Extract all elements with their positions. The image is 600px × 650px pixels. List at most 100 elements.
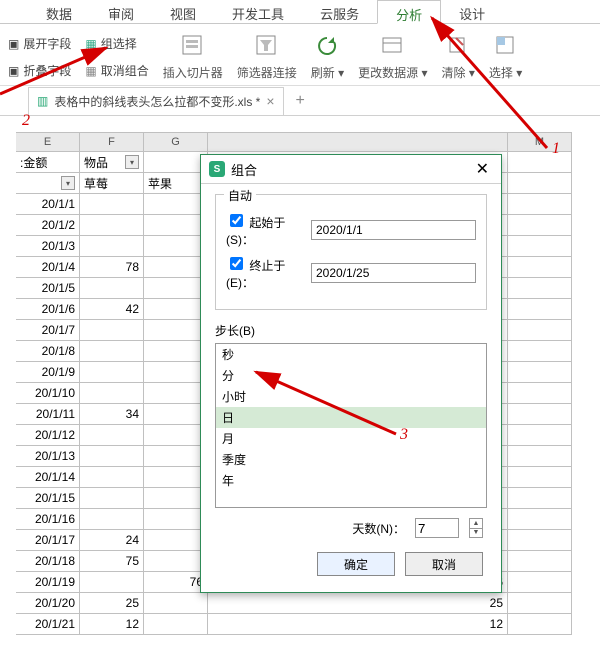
cell[interactable]: 12 bbox=[208, 614, 508, 635]
col-header-f[interactable]: F bbox=[80, 132, 144, 152]
cell[interactable] bbox=[144, 593, 208, 614]
group-selection[interactable]: ▦组选择 bbox=[85, 35, 136, 52]
close-icon[interactable]: × bbox=[266, 96, 274, 106]
cell[interactable] bbox=[144, 509, 208, 530]
cell[interactable] bbox=[508, 257, 572, 278]
end-date-input[interactable] bbox=[311, 263, 476, 283]
cell[interactable] bbox=[80, 446, 144, 467]
cell[interactable] bbox=[508, 341, 572, 362]
step-option[interactable]: 小时 bbox=[216, 386, 486, 407]
cell[interactable]: 20/1/12 bbox=[16, 425, 80, 446]
dialog-close-button[interactable]: ✕ bbox=[472, 159, 493, 179]
cell[interactable]: 20/1/21 bbox=[16, 614, 80, 635]
cell[interactable] bbox=[144, 467, 208, 488]
cell[interactable] bbox=[508, 383, 572, 404]
cell[interactable]: 78 bbox=[80, 257, 144, 278]
cell[interactable] bbox=[508, 551, 572, 572]
cell[interactable]: 20/1/13 bbox=[16, 446, 80, 467]
cell[interactable]: 25 bbox=[80, 593, 144, 614]
cell[interactable] bbox=[144, 299, 208, 320]
document-tab[interactable]: ▥ 表格中的斜线表头怎么拉都不变形.xls * × bbox=[28, 87, 284, 115]
cell[interactable] bbox=[80, 509, 144, 530]
cell[interactable] bbox=[144, 341, 208, 362]
cell[interactable] bbox=[80, 320, 144, 341]
cell[interactable] bbox=[508, 320, 572, 341]
cell[interactable] bbox=[508, 278, 572, 299]
cell[interactable] bbox=[144, 278, 208, 299]
insert-slicer[interactable]: 插入切片器 bbox=[163, 31, 223, 81]
cell[interactable] bbox=[80, 341, 144, 362]
cell[interactable]: 20/1/20 bbox=[16, 593, 80, 614]
filter-connection[interactable]: 筛选器连接 bbox=[237, 31, 297, 81]
cell[interactable]: 20/1/4 bbox=[16, 257, 80, 278]
cell[interactable]: 75 bbox=[80, 551, 144, 572]
cell[interactable]: 42 bbox=[80, 299, 144, 320]
tab-分析[interactable]: 分析 bbox=[377, 0, 441, 24]
step-option[interactable]: 季度 bbox=[216, 449, 486, 470]
cell[interactable] bbox=[508, 467, 572, 488]
dropdown-icon[interactable]: ▾ bbox=[61, 176, 75, 190]
step-listbox[interactable]: 秒分小时日月季度年 bbox=[215, 343, 487, 508]
cell[interactable] bbox=[508, 425, 572, 446]
cell[interactable] bbox=[508, 530, 572, 551]
step-option[interactable]: 秒 bbox=[216, 344, 486, 365]
cell[interactable]: 20/1/19 bbox=[16, 572, 80, 593]
cell[interactable] bbox=[508, 404, 572, 425]
tab-视图[interactable]: 视图 bbox=[152, 0, 214, 23]
cell[interactable] bbox=[508, 194, 572, 215]
collapse-field[interactable]: ▣折叠字段 bbox=[8, 62, 71, 79]
spin-down-icon[interactable]: ▼ bbox=[470, 529, 482, 538]
cell[interactable] bbox=[80, 425, 144, 446]
step-option[interactable]: 日 bbox=[216, 407, 486, 428]
expand-field[interactable]: ▣展开字段 bbox=[8, 35, 71, 52]
dialog-titlebar[interactable]: S组合 ✕ bbox=[201, 155, 501, 184]
start-date-input[interactable] bbox=[311, 220, 476, 240]
cell[interactable] bbox=[80, 194, 144, 215]
cell[interactable]: 20/1/10 bbox=[16, 383, 80, 404]
refresh[interactable]: 刷新 ▾ bbox=[311, 31, 344, 81]
cell[interactable]: 25 bbox=[208, 593, 508, 614]
cell[interactable] bbox=[144, 530, 208, 551]
select[interactable]: 选择 ▾ bbox=[489, 31, 522, 81]
cell[interactable]: 20/1/9 bbox=[16, 362, 80, 383]
cell[interactable]: 20/1/8 bbox=[16, 341, 80, 362]
ok-button[interactable]: 确定 bbox=[317, 552, 395, 576]
end-checkbox[interactable]: 终止于(E)： bbox=[226, 254, 301, 291]
change-data-source[interactable]: 更改数据源 ▾ bbox=[358, 31, 427, 81]
spin-up-icon[interactable]: ▲ bbox=[470, 519, 482, 529]
cell[interactable] bbox=[80, 362, 144, 383]
cell[interactable] bbox=[144, 215, 208, 236]
cell[interactable] bbox=[144, 446, 208, 467]
cell[interactable] bbox=[144, 551, 208, 572]
cell[interactable] bbox=[144, 362, 208, 383]
cell[interactable] bbox=[144, 320, 208, 341]
cell[interactable] bbox=[80, 236, 144, 257]
tab-数据[interactable]: 数据 bbox=[28, 0, 90, 23]
cell[interactable] bbox=[80, 215, 144, 236]
new-tab-button[interactable]: + bbox=[290, 92, 311, 110]
ungroup[interactable]: ▦取消组合 bbox=[85, 62, 148, 79]
cell[interactable] bbox=[508, 446, 572, 467]
cell[interactable]: 20/1/3 bbox=[16, 236, 80, 257]
cell[interactable] bbox=[508, 572, 572, 593]
cell[interactable]: 34 bbox=[80, 404, 144, 425]
cell[interactable]: 20/1/17 bbox=[16, 530, 80, 551]
cell[interactable] bbox=[80, 572, 144, 593]
cell[interactable] bbox=[80, 488, 144, 509]
cell[interactable]: 24 bbox=[80, 530, 144, 551]
cell[interactable]: 20/1/11 bbox=[16, 404, 80, 425]
tab-审阅[interactable]: 审阅 bbox=[90, 0, 152, 23]
step-option[interactable]: 月 bbox=[216, 428, 486, 449]
col-header-g[interactable]: G bbox=[144, 132, 208, 152]
cell[interactable] bbox=[144, 614, 208, 635]
cell[interactable] bbox=[144, 236, 208, 257]
cell[interactable]: 20/1/1 bbox=[16, 194, 80, 215]
col-header-m[interactable]: M bbox=[508, 132, 572, 152]
cell[interactable]: 20/1/7 bbox=[16, 320, 80, 341]
cell[interactable] bbox=[144, 488, 208, 509]
cell[interactable] bbox=[508, 593, 572, 614]
cell[interactable] bbox=[144, 257, 208, 278]
start-checkbox[interactable]: 起始于(S)： bbox=[226, 211, 301, 248]
cell[interactable] bbox=[144, 425, 208, 446]
cell[interactable] bbox=[508, 215, 572, 236]
